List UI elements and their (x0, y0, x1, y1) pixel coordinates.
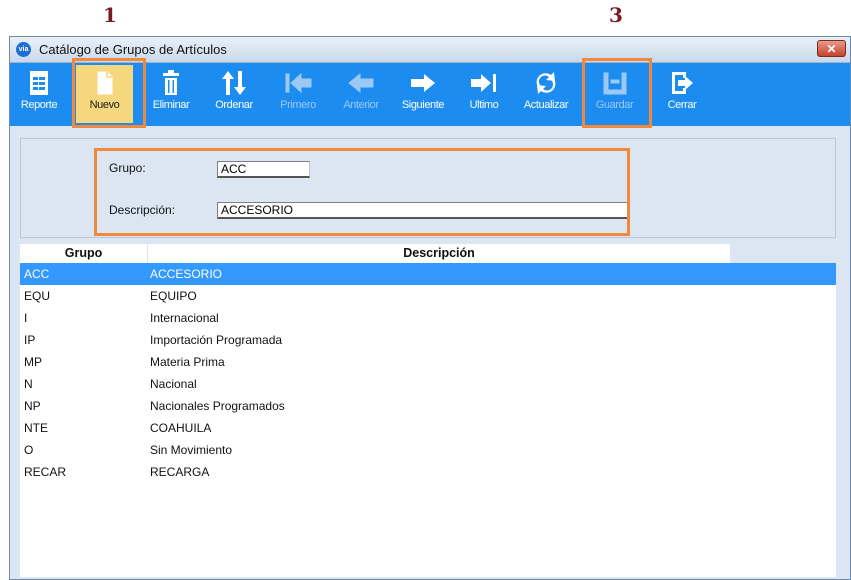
grupo-cell: IP (24, 333, 36, 347)
table-row[interactable]: ACC ACCESORIO (20, 263, 836, 285)
table-row[interactable]: NTE COAHUILA (20, 417, 836, 439)
first-label: Primero (280, 99, 316, 111)
table-row[interactable]: N Nacional (20, 373, 836, 395)
delete-label: Eliminar (152, 99, 190, 111)
next-button[interactable]: Siguiente (394, 69, 452, 121)
descripcion-cell: Sin Movimiento (150, 443, 233, 457)
last-button[interactable]: Ultimo (461, 69, 507, 121)
previous-button[interactable]: Anterior (337, 69, 385, 121)
groups-table: Grupo Descripción ACC ACCESORIO EQU EQUI… (20, 244, 836, 577)
column-header-grupo[interactable]: Grupo (20, 244, 147, 263)
next-label: Siguiente (401, 99, 445, 111)
callout-3: 3 (609, 3, 623, 27)
descripcion-cell: Importación Programada (150, 333, 283, 347)
callout-1: 1 (103, 3, 117, 27)
grupo-cell: O (24, 443, 34, 457)
descripcion-cell: Materia Prima (150, 355, 225, 369)
window-title: Catálogo de Grupos de Artículos (39, 42, 227, 57)
last-icon (471, 74, 496, 92)
exit-icon (672, 72, 693, 94)
table-row[interactable]: EQU EQUIPO (20, 285, 836, 307)
grupo-cell: EQU (24, 289, 51, 303)
table-row[interactable]: MP Materia Prima (20, 351, 836, 373)
highlight-box-save (582, 58, 652, 128)
descripcion-cell: Internacional (150, 311, 219, 325)
grupo-cell: N (24, 377, 33, 391)
grupo-cell: NP (24, 399, 41, 413)
report-button[interactable]: Reporte (16, 69, 62, 121)
grupo-cell: RECAR (24, 465, 67, 479)
descripcion-cell: Nacionales Programados (150, 399, 285, 413)
highlight-box-new (72, 58, 146, 128)
close-button[interactable]: Cerrar (660, 69, 704, 121)
sort-label: Ordenar (215, 99, 253, 111)
refresh-button[interactable]: Actualizar (516, 69, 576, 121)
column-header-descripcion[interactable]: Descripción (148, 244, 730, 263)
descripcion-cell: Nacional (150, 377, 197, 391)
sort-button[interactable]: Ordenar (208, 69, 260, 121)
refresh-label: Actualizar (523, 99, 569, 111)
table-row[interactable]: I Internacional (20, 307, 836, 329)
grupo-cell: MP (24, 355, 42, 369)
trash-icon (163, 70, 179, 95)
delete-button[interactable]: Eliminar (146, 69, 196, 121)
grupo-cell: NTE (24, 421, 48, 435)
previous-icon (348, 72, 374, 94)
close-label: Cerrar (667, 99, 697, 111)
previous-label: Anterior (343, 99, 379, 111)
table-row[interactable]: NP Nacionales Programados (20, 395, 836, 417)
table-row[interactable]: RECAR RECARGA (20, 461, 836, 483)
report-label: Reporte (20, 99, 58, 111)
report-icon (30, 71, 48, 95)
table-row[interactable]: O Sin Movimiento (20, 439, 836, 461)
grupo-cell: I (24, 311, 28, 325)
sort-arrows-icon (222, 71, 246, 95)
table-header: Grupo Descripción (20, 244, 836, 263)
app-logo-icon: via (16, 42, 31, 57)
descripcion-cell: ACCESORIO (150, 267, 223, 281)
descripcion-cell: COAHUILA (150, 421, 212, 435)
close-window-button[interactable]: ✕ (817, 40, 846, 57)
next-icon (411, 74, 435, 92)
last-label: Ultimo (469, 99, 499, 111)
table-row[interactable]: IP Importación Programada (20, 329, 836, 351)
first-icon (285, 72, 312, 94)
grupo-cell: ACC (24, 267, 50, 281)
highlight-box-form (94, 148, 630, 236)
refresh-icon (536, 72, 556, 94)
first-button[interactable]: Primero (272, 69, 324, 121)
descripcion-cell: EQUIPO (150, 289, 197, 303)
descripcion-cell: RECARGA (150, 465, 210, 479)
